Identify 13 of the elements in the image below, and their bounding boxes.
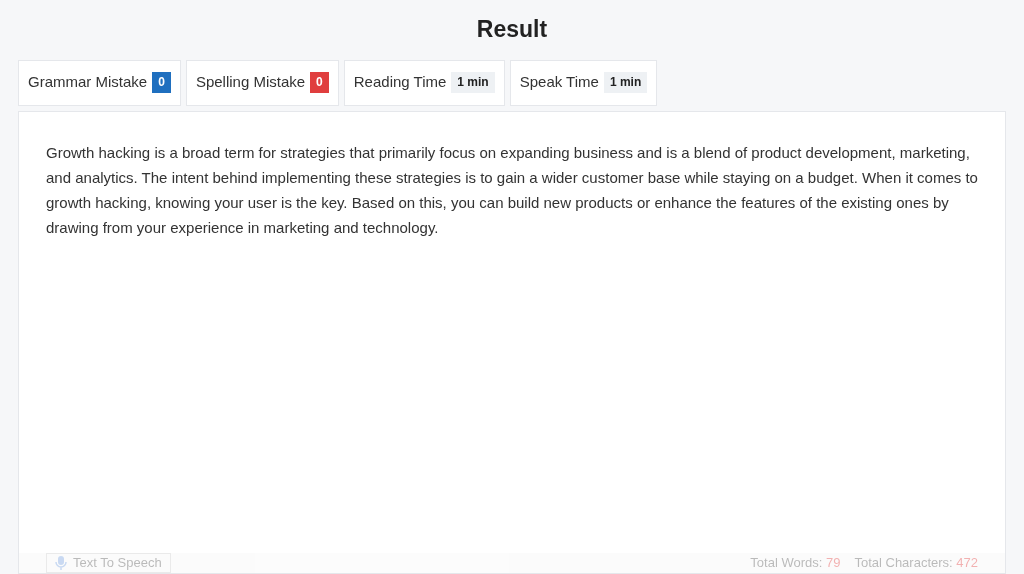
stat-badge: 1 min [451, 72, 495, 93]
stat-label: Speak Time [519, 72, 599, 93]
microphone-icon [55, 556, 67, 570]
character-count: Total Characters: 472 [854, 554, 978, 572]
stat-badge: 0 [152, 72, 171, 93]
stat-label: Grammar Mistake [28, 72, 148, 93]
result-paragraph: Growth hacking is a broad term for strategies that primarily focus on expanding business and is a blend of product development, marketing, and analytics. The intent behind implementing these strategies is to gain a wider customer base while staying on a budget. When it comes to growth hacking, knowing your user is the key. Based on this, you can build new products or enhance the features of the existing ones by drawing from your experience in marketing and technology. [46, 142, 978, 238]
stat-label: Reading Time [353, 72, 447, 93]
stat-label: Spelling Mistake [195, 72, 306, 93]
stat-badge: 0 [310, 72, 329, 93]
stat-badge: 1 min [603, 72, 648, 93]
page-title: Result [476, 15, 548, 44]
word-count: Total Words: 79 [750, 554, 841, 572]
